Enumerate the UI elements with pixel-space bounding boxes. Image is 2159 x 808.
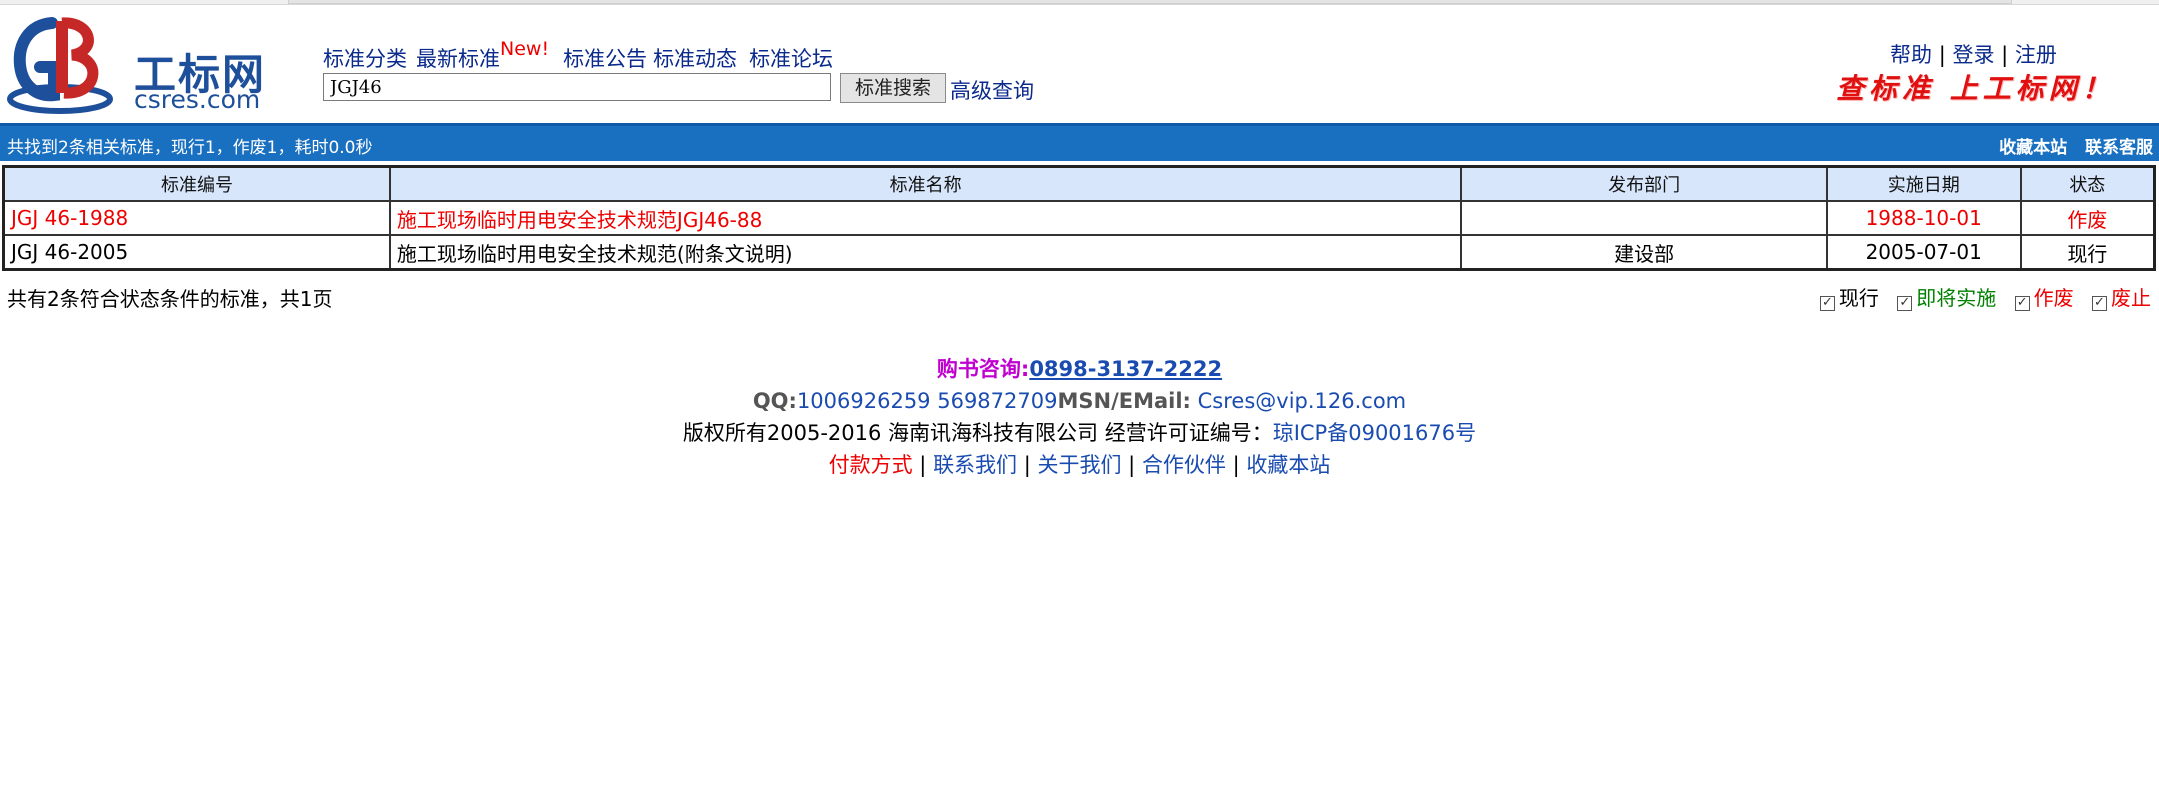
contact-us-link[interactable]: 联系我们 [933, 453, 1017, 477]
checkbox-checked-icon[interactable]: ✓ [2092, 296, 2107, 311]
nav-standard-news[interactable]: 标准动态 [653, 47, 737, 71]
standard-status: 现行 [2019, 234, 2156, 271]
customer-service-link[interactable]: 联系客服 [2085, 138, 2153, 158]
msn-label: MSN/EMail: [1057, 389, 1191, 413]
nav-standard-announcement[interactable]: 标准公告 [563, 47, 647, 71]
payment-methods-link[interactable]: 付款方式 [829, 453, 913, 477]
site-logo[interactable]: 工标网 csres.com [6, 13, 266, 118]
advanced-search-link[interactable]: 高级查询 [950, 75, 1034, 105]
status-filter: ✓ 现行 ✓ 即将实施 ✓ 作废 ✓ 废止 [1808, 282, 2151, 311]
logo-text-en: csres.com [134, 85, 261, 114]
consult-phone-link[interactable]: 0898-3137-2222 [1029, 357, 1222, 381]
results-summary: 共找到2条相关标准，现行1，作废1，耗时0.0秒 [7, 138, 373, 158]
footer-links: 付款方式 | 联系我们 | 关于我们 | 合作伙伴 | 收藏本站 [828, 453, 1331, 477]
standard-name-link[interactable]: 施工现场临时用电安全技术规范JGJ46-88 [388, 200, 1463, 236]
help-link[interactable]: 帮助 [1890, 43, 1932, 67]
col-header-code: 标准编号 [2, 165, 391, 202]
page-footer: 购书咨询:0898-3137-2222 QQ:1006926259 569872… [0, 353, 2159, 481]
standard-code-link[interactable]: JGJ 46-2005 [2, 234, 391, 271]
bookmark-site-link[interactable]: 收藏本站 [1246, 453, 1330, 477]
search-button[interactable]: 标准搜索 [840, 73, 946, 103]
nav-standard-category[interactable]: 标准分类 [323, 47, 407, 71]
bar-links: 收藏本站 联系客服 [1987, 133, 2153, 158]
table-row: JGJ 46-1988 施工现场临时用电安全技术规范JGJ46-88 1988-… [2, 200, 2156, 236]
standard-code-link[interactable]: JGJ 46-1988 [2, 200, 391, 236]
standard-date: 2005-07-01 [1825, 234, 2022, 271]
filter-upcoming[interactable]: ✓ 即将实施 [1897, 282, 1996, 311]
qq-value: 1006926259 569872709 [796, 389, 1058, 413]
about-us-link[interactable]: 关于我们 [1038, 453, 1122, 477]
link-separator: | [1938, 43, 1946, 67]
table-header-row: 标准编号 标准名称 发布部门 实施日期 状态 [2, 165, 2156, 202]
standard-status: 作废 [2019, 200, 2156, 236]
register-link[interactable]: 注册 [2015, 43, 2057, 67]
footer-consult: 购书咨询:0898-3137-2222 [0, 353, 2159, 385]
bookmark-link[interactable]: 收藏本站 [1999, 138, 2067, 158]
checkbox-checked-icon[interactable]: ✓ [2014, 296, 2030, 311]
copyright-text: 版权所有2005-2016 海南讯海科技有限公司 经营许可证编号： [682, 421, 1273, 445]
filter-obsolete[interactable]: ✓ 作废 [2014, 282, 2074, 311]
checkbox-checked-icon[interactable]: ✓ [1819, 296, 1835, 311]
main-nav: 标准分类 最新标准New! 标准公告 标准动态 标准论坛 [323, 38, 842, 73]
search-input[interactable] [323, 73, 831, 101]
standard-dept: 建设部 [1460, 234, 1828, 271]
partners-link[interactable]: 合作伙伴 [1142, 453, 1226, 477]
consult-label: 购书咨询: [936, 357, 1030, 381]
standard-date: 1988-10-01 [1825, 200, 2022, 236]
nav-standard-forum[interactable]: 标准论坛 [749, 47, 833, 71]
standard-dept [1460, 200, 1828, 236]
col-header-name: 标准名称 [388, 165, 1463, 202]
col-header-date: 实施日期 [1825, 165, 2022, 202]
nav-latest-standards[interactable]: 最新标准 [416, 47, 500, 71]
login-link[interactable]: 登录 [1952, 43, 1994, 67]
user-links: 帮助 | 登录 | 注册 [1890, 39, 2057, 69]
filter-repealed[interactable]: ✓ 废止 [2092, 282, 2151, 311]
standard-name-link[interactable]: 施工现场临时用电安全技术规范(附条文说明) [388, 234, 1463, 271]
email-value: Csres@vip.126.com [1190, 389, 1407, 413]
qq-label: QQ: [752, 389, 797, 413]
new-badge: New! [500, 38, 550, 60]
filter-current[interactable]: ✓ 现行 [1819, 282, 1879, 311]
footer-contact: QQ:1006926259 569872709MSN/EMail: Csres@… [0, 385, 2159, 417]
col-header-status: 状态 [2019, 165, 2156, 202]
results-table: 标准编号 标准名称 发布部门 实施日期 状态 JGJ 46-1988 施工现场临… [2, 165, 2156, 271]
browser-scroll-tab [288, 0, 2012, 4]
icp-link[interactable]: 琼ICP备09001676号 [1273, 421, 1476, 445]
table-row: JGJ 46-2005 施工现场临时用电安全技术规范(附条文说明) 建设部 20… [2, 234, 2156, 271]
slogan: 查标准 上工标网！ [1836, 72, 2115, 105]
col-header-dept: 发布部门 [1460, 165, 1828, 202]
results-summary-bar: 共找到2条相关标准，现行1，作废1，耗时0.0秒 收藏本站 联系客服 [0, 123, 2159, 161]
checkbox-checked-icon[interactable]: ✓ [1897, 296, 1913, 311]
link-separator: | [2001, 43, 2009, 67]
site-header: 工标网 csres.com 标准分类最新标准New! 标准公告标准动态标准论坛 标… [0, 5, 2159, 123]
results-count: 共有2条符合状态条件的标准，共1页 [7, 287, 333, 311]
footer-copyright: 版权所有2005-2016 海南讯海科技有限公司 经营许可证编号：琼ICP备09… [0, 417, 2159, 449]
gb-logo-icon [7, 17, 113, 114]
